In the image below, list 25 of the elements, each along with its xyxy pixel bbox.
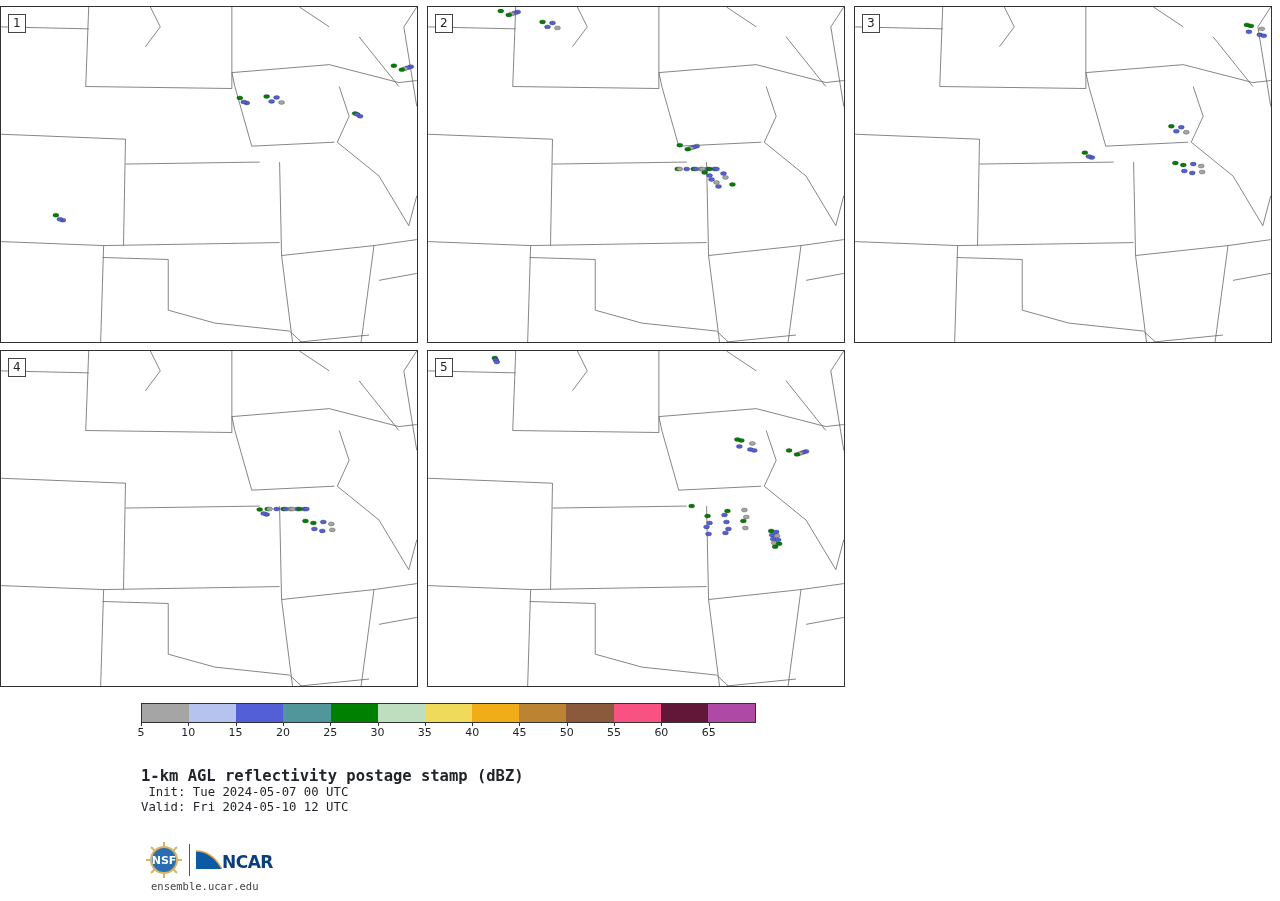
tick-label: 5	[137, 726, 145, 740]
panel-number: 2	[435, 14, 453, 33]
tick-label: 50	[559, 726, 574, 740]
tick-label: 30	[370, 726, 385, 740]
panel-number: 3	[862, 14, 880, 33]
ncar-logo-text: NCAR	[222, 851, 273, 875]
tick-label: 35	[417, 726, 432, 740]
tick-label: 55	[607, 726, 622, 740]
tick-label: 40	[465, 726, 480, 740]
panel-number: 1	[8, 14, 26, 33]
nsf-logo: NSF	[145, 841, 183, 879]
valid-time: Valid: Fri 2024-05-10 12 UTC	[141, 800, 350, 815]
tick-label: 25	[323, 726, 338, 740]
tick-label: 15	[228, 726, 243, 740]
ncar-arc-icon	[196, 849, 222, 871]
tick-label: 65	[701, 726, 716, 740]
panel-number: 5	[435, 358, 453, 377]
tick-label: 60	[654, 726, 669, 740]
chart-title: 1-km AGL reflectivity postage stamp (dBZ)	[141, 767, 525, 785]
tick-label: 45	[512, 726, 527, 740]
website-url: ensemble.ucar.edu	[151, 879, 260, 893]
panel-number: 4	[8, 358, 26, 377]
tick-label: 10	[181, 726, 196, 740]
init-time: Init: Tue 2024-05-07 00 UTC	[147, 785, 350, 800]
tick-label: 20	[275, 726, 290, 740]
